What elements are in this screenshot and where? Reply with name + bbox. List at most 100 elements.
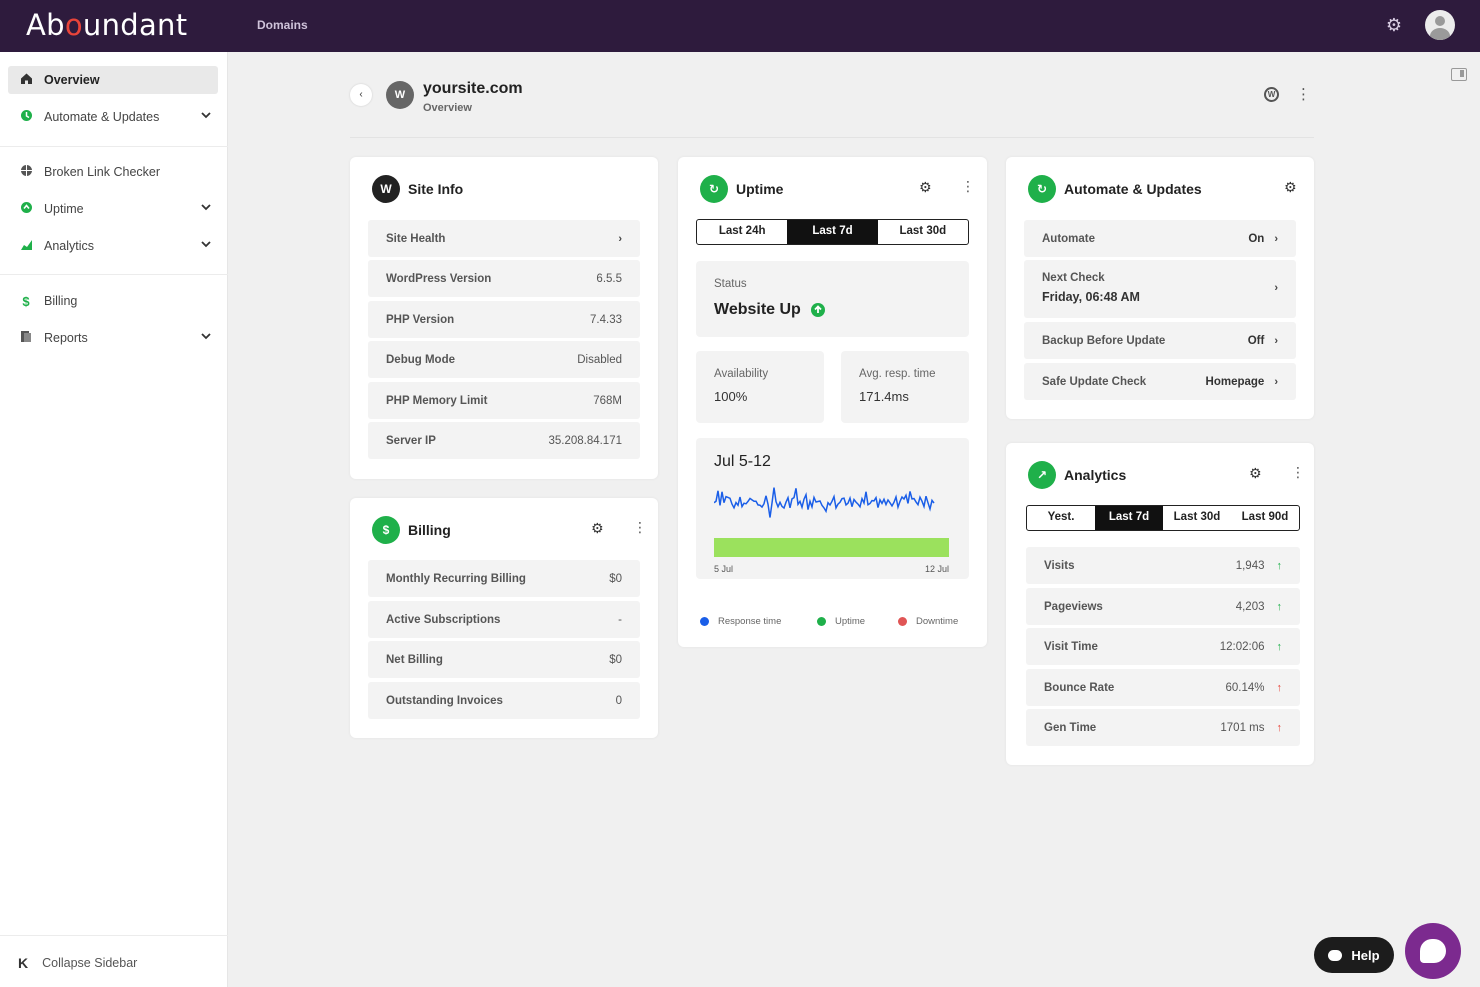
list-item: Debug Mode Disabled [368, 341, 640, 378]
card-title: Uptime [736, 181, 784, 197]
chevron-right-icon: › [618, 232, 622, 245]
sidebar-item-uptime[interactable]: Uptime [8, 195, 218, 223]
chevron-down-icon[interactable] [200, 330, 211, 340]
globe-icon [8, 164, 44, 180]
nav-domains-link[interactable]: Domains [257, 18, 308, 32]
sidebar-item-broken-link-checker[interactable]: Broken Link Checker [8, 158, 218, 186]
card-title: Billing [408, 522, 451, 538]
card-title: Analytics [1064, 467, 1127, 483]
sidebar-item-label: Reports [44, 331, 88, 345]
automate-row[interactable]: Automate On › [1024, 220, 1296, 257]
resp-time-tile: Avg. resp. time 171.4ms [841, 351, 969, 423]
gear-icon[interactable]: ⚙ [1249, 465, 1262, 482]
billing-card: $ Billing ⚙ ⋮ Monthly Recurring Billing $… [350, 498, 658, 738]
uptime-bar [714, 538, 949, 557]
chat-launcher-button[interactable] [1405, 923, 1461, 979]
page-title: yoursite.com [423, 80, 523, 97]
chat-bubble-icon [1328, 949, 1343, 961]
panel-toggle-icon[interactable] [1451, 68, 1467, 81]
availability-label: Availability [714, 368, 769, 380]
sidebar-item-analytics[interactable]: Analytics [8, 232, 218, 260]
more-options-icon[interactable]: ⋮ [1291, 464, 1305, 481]
tab-last-7d[interactable]: Last 7d [787, 220, 878, 244]
backup-row[interactable]: Backup Before Update Off › [1024, 322, 1296, 359]
help-button[interactable]: Help [1314, 937, 1394, 973]
next-check-row[interactable]: Next Check Friday, 06:48 AM › [1024, 260, 1296, 318]
wordpress-icon[interactable]: W [1264, 87, 1279, 102]
resp-time-value: 171.4ms [859, 389, 909, 404]
sidebar-item-reports[interactable]: Reports [8, 324, 218, 352]
status-label: Status [714, 278, 747, 290]
sidebar-item-label: Analytics [44, 239, 95, 253]
status-value: Website Up [714, 301, 801, 318]
site-avatar: W [386, 81, 414, 109]
trend-up-red-icon: ↑ [1276, 681, 1283, 694]
trend-up-red-icon: ↑ [1276, 721, 1283, 734]
tab-last-24h[interactable]: Last 24h [697, 220, 787, 244]
list-item: Visits 1,943 ↑ [1026, 547, 1300, 584]
help-label: Help [1351, 947, 1380, 963]
reports-icon [8, 330, 44, 346]
gear-icon[interactable]: ⚙ [919, 179, 932, 196]
chevron-right-icon: › [1274, 232, 1278, 245]
availability-value: 100% [714, 389, 748, 404]
chevron-down-icon[interactable] [200, 238, 211, 248]
chevron-right-icon: › [1274, 375, 1278, 388]
more-options-icon[interactable]: ⋮ [961, 178, 975, 195]
sidebar-item-label: Uptime [44, 202, 84, 216]
app-logo[interactable]: Aboundant [26, 8, 187, 42]
more-options-icon[interactable]: ⋮ [1296, 85, 1311, 103]
list-item: PHP Memory Limit 768M [368, 382, 640, 419]
chat-icon [1420, 939, 1446, 963]
analytics-icon: ↗ [1028, 461, 1056, 489]
x-axis-start: 5 Jul [714, 564, 734, 574]
collapse-icon: K [18, 955, 29, 971]
sidebar-item-label: Broken Link Checker [44, 165, 161, 179]
settings-gear-icon[interactable]: ⚙ [1384, 15, 1404, 35]
sidebar-item-automate[interactable]: Automate & Updates [8, 103, 218, 131]
sidebar-item-overview[interactable]: Overview [8, 66, 218, 94]
list-item: Monthly Recurring Billing $0 [368, 560, 640, 597]
gear-icon[interactable]: ⚙ [591, 520, 604, 537]
availability-tile: Availability 100% [696, 351, 824, 423]
uptime-card: ↻ Uptime ⚙ ⋮ Last 24h Last 7d Last 30d S… [678, 157, 987, 647]
tab-yesterday[interactable]: Yest. [1027, 506, 1095, 530]
tab-last-90d[interactable]: Last 90d [1231, 506, 1299, 530]
safe-update-row[interactable]: Safe Update Check Homepage › [1024, 363, 1296, 400]
chevron-down-icon[interactable] [200, 201, 211, 211]
tab-last-30d[interactable]: Last 30d [878, 220, 968, 244]
sidebar: Overview Automate & Updates Broken Link … [0, 52, 228, 987]
billing-icon: $ [372, 516, 400, 544]
automate-icon: ↻ [1028, 175, 1056, 203]
sidebar-item-label: Billing [44, 294, 78, 308]
chevron-down-icon[interactable] [200, 109, 211, 119]
list-item: PHP Version 7.4.33 [368, 301, 640, 338]
check-up-icon [811, 303, 825, 317]
list-item: Net Billing $0 [368, 641, 640, 678]
automate-icon [8, 109, 44, 125]
home-icon [8, 72, 44, 88]
list-item: Gen Time 1701 ms ↑ [1026, 709, 1300, 746]
analytics-icon [8, 238, 44, 254]
list-item: Visit Time 12:02:06 ↑ [1026, 628, 1300, 665]
analytics-range-tabs: Yest. Last 7d Last 30d Last 90d [1026, 505, 1300, 531]
uptime-chart-tile: Jul 5-12 5 Jul 12 Jul [696, 438, 969, 579]
tab-last-30d[interactable]: Last 30d [1163, 506, 1231, 530]
gear-icon[interactable]: ⚙ [1284, 179, 1297, 196]
list-item: Server IP 35.208.84.171 [368, 422, 640, 459]
dollar-icon: $ [22, 293, 30, 309]
sidebar-item-billing[interactable]: $ Billing [8, 287, 218, 315]
user-avatar[interactable] [1425, 10, 1455, 40]
sidebar-item-label: Overview [44, 73, 100, 87]
site-health-row[interactable]: Site Health › [368, 220, 640, 257]
list-item: Active Subscriptions - [368, 601, 640, 638]
collapse-sidebar-button[interactable]: K Collapse Sidebar [18, 955, 137, 971]
wordpress-icon: W [372, 175, 400, 203]
trend-up-icon: ↑ [1276, 600, 1283, 613]
more-options-icon[interactable]: ⋮ [633, 519, 647, 536]
trend-up-icon: ↑ [1276, 640, 1283, 653]
tab-last-7d[interactable]: Last 7d [1095, 506, 1163, 530]
analytics-card: ↗ Analytics ⚙ ⋮ Yest. Last 7d Last 30d L… [1006, 443, 1314, 765]
card-title: Automate & Updates [1064, 181, 1202, 197]
back-button[interactable]: ‹ [350, 84, 372, 106]
